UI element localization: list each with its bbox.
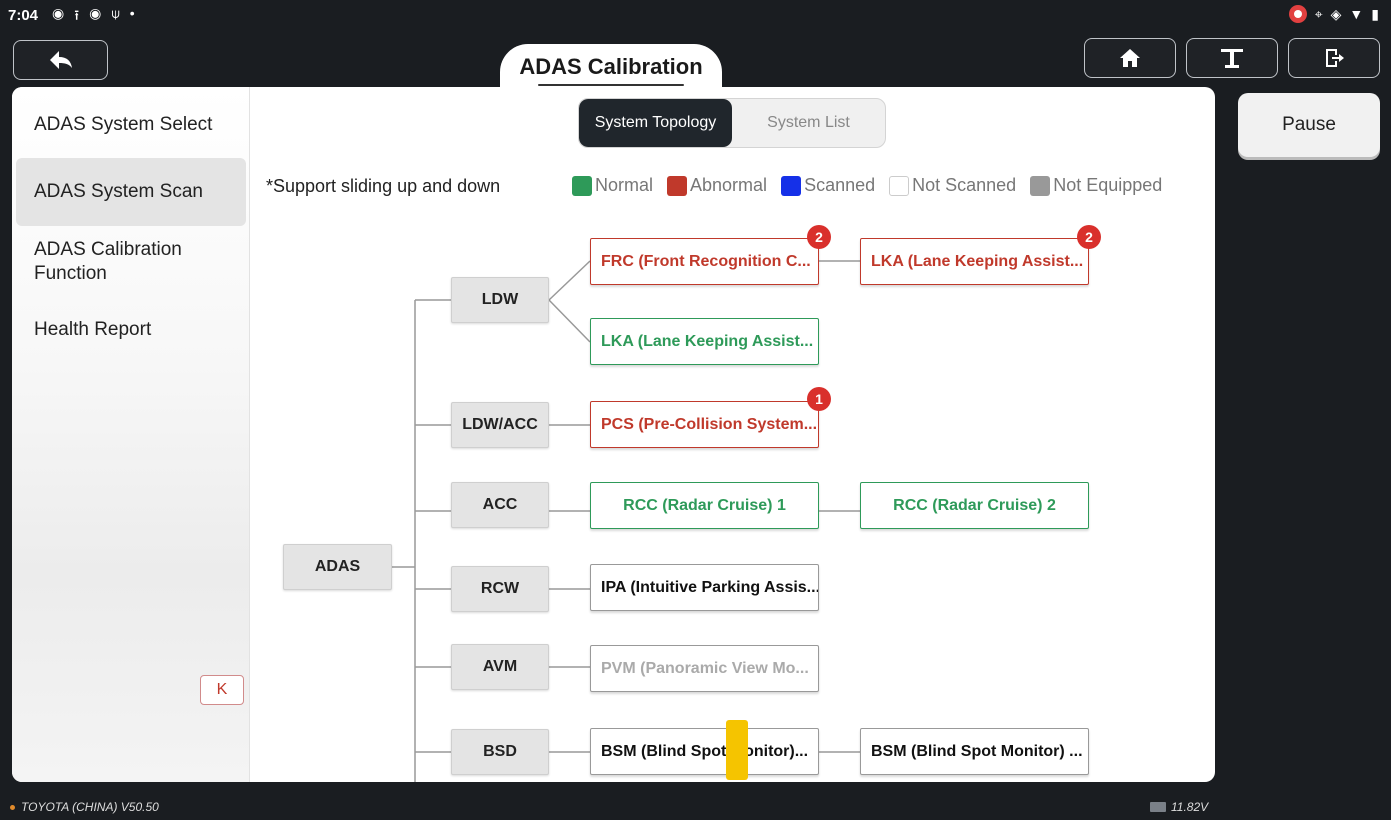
topology-category-ldw-acc[interactable]: LDW/ACC [451, 402, 549, 448]
node-label: RCW [480, 580, 520, 597]
fault-count-badge: 1 [807, 387, 831, 411]
fault-count-badge: 2 [1077, 225, 1101, 249]
node-label: PVM (Panoramic View Mo... [601, 659, 809, 677]
node-label: AVM [482, 658, 518, 675]
sidebar-item-label: ADAS System Scan [34, 181, 203, 202]
page-title: ADAS Calibration [519, 54, 703, 79]
notification-icons: ◉ ⭱ ◉ ⍦ • [52, 5, 135, 29]
usb-icon: ⍦ [111, 5, 120, 21]
topology-category-avm[interactable]: AVM [451, 644, 549, 690]
location-icon: ⌖ [1314, 5, 1323, 22]
sidebar-item-label: ADAS System Select [34, 114, 213, 135]
lift-tool-icon [1221, 49, 1243, 68]
sidebar-item-health-report[interactable]: Health Report [16, 313, 246, 347]
back-button[interactable] [13, 40, 108, 80]
node-label: BSM (Blind Spot Monitor)... [601, 742, 809, 760]
node-label: LDW/ACC [462, 416, 538, 433]
title-underline [538, 84, 684, 86]
battery-voltage: 11.82V [1150, 800, 1208, 814]
dot-icon: • [129, 5, 135, 21]
node-label: ADAS [314, 558, 361, 575]
pause-button[interactable]: Pause [1238, 93, 1380, 157]
node-label: RCC (Radar Cruise) 1 [623, 496, 786, 514]
node-label: RCC (Radar Cruise) 2 [893, 496, 1056, 514]
topology-ecu-frc[interactable]: FRC (Front Recognition C... [590, 238, 819, 285]
topology-ecu-lka-1[interactable]: LKA (Lane Keeping Assist... [860, 238, 1089, 285]
sidebar-item-label: Health Report [34, 319, 152, 340]
home-button[interactable] [1084, 38, 1176, 78]
collapse-sidebar-button[interactable]: K [200, 675, 244, 705]
upload-icon: ⭱ [74, 7, 80, 23]
topology-category-bsd[interactable]: BSD [451, 729, 549, 775]
battery-icon: ▮ [1371, 5, 1379, 22]
lift-tool-button[interactable] [1186, 38, 1278, 78]
status-dot-icon [10, 804, 15, 810]
exit-button[interactable] [1288, 38, 1380, 78]
topology-ecu-bsm-2[interactable]: BSM (Blind Spot Monitor) ... [860, 728, 1089, 775]
sidebar: ADAS System Select ADAS System Scan ADAS… [12, 87, 250, 782]
node-label: FRC (Front Recognition C... [601, 252, 811, 270]
topology-ecu-rcc-1[interactable]: RCC (Radar Cruise) 1 [590, 482, 819, 529]
sidebar-item-calibration-function[interactable]: ADAS Calibration Function [16, 237, 206, 287]
node-label: BSD [483, 743, 517, 760]
status-bar: 7:04 ◉ ⭱ ◉ ⍦ • ⌖ ◈ ▼ ▮ [0, 0, 1391, 30]
topology-ecu-pcs[interactable]: PCS (Pre-Collision System... [590, 401, 819, 448]
node-label: ACC [482, 496, 518, 513]
topology-ecu-ipa[interactable]: IPA (Intuitive Parking Assis... [590, 564, 819, 611]
battery-icon [1150, 802, 1166, 812]
node-label: PCS (Pre-Collision System... [601, 415, 818, 433]
topology-category-rcw[interactable]: RCW [451, 566, 549, 612]
node-label: LDW [481, 291, 519, 308]
record-icon: ◉ [52, 5, 65, 21]
topology-ecu-pvm[interactable]: PVM (Panoramic View Mo... [590, 645, 819, 692]
topology-ecu-lka-2[interactable]: LKA (Lane Keeping Assist... [590, 318, 819, 365]
voltage-label: 11.82V [1171, 800, 1209, 814]
node-label: IPA (Intuitive Parking Assis... [601, 578, 819, 596]
version-label: TOYOTA (CHINA) V50.50 [21, 800, 159, 814]
sidebar-item-system-scan[interactable]: ADAS System Scan [16, 158, 246, 226]
fault-count-badge: 2 [807, 225, 831, 249]
topology-category-acc[interactable]: ACC [451, 482, 549, 528]
node-label: LKA (Lane Keeping Assist... [871, 252, 1084, 270]
system-topology: ADAS LDW LDW/ACC ACC RCW AVM BSD FRC (Fr… [250, 87, 1215, 782]
topology-ecu-bsm-1[interactable]: BSM (Blind Spot Monitor)... [590, 728, 819, 775]
system-icons: ⌖ ◈ ▼ ▮ [1288, 5, 1379, 23]
sidebar-item-system-select[interactable]: ADAS System Select [16, 103, 246, 147]
scroll-indicator[interactable] [726, 720, 748, 780]
page-title-tab: ADAS Calibration [500, 44, 722, 90]
exit-icon [1326, 49, 1344, 67]
node-label: BSM (Blind Spot Monitor) ... [871, 742, 1083, 760]
topology-category-ldw[interactable]: LDW [451, 277, 549, 323]
topology-ecu-rcc-2[interactable]: RCC (Radar Cruise) 2 [860, 482, 1089, 529]
home-icon [1120, 49, 1140, 67]
record-icon: ◉ [89, 5, 102, 21]
node-label: LKA (Lane Keeping Assist... [601, 332, 814, 350]
screen-record-icon [1288, 5, 1307, 23]
content-area: System Topology System List *Support sli… [250, 87, 1215, 782]
vibrate-icon: ◈ [1330, 5, 1342, 22]
back-arrow-icon [49, 51, 72, 69]
wifi-icon: ▼ [1349, 6, 1364, 22]
footer: TOYOTA (CHINA) V50.50 11.82V [0, 793, 1391, 820]
sidebar-item-label: ADAS Calibration Function [34, 239, 182, 284]
collapse-icon: K [216, 681, 228, 698]
clock: 7:04 [8, 7, 39, 24]
software-version: TOYOTA (CHINA) V50.50 [10, 800, 159, 814]
topology-root-adas[interactable]: ADAS [283, 544, 392, 590]
main-panel: ADAS System Select ADAS System Scan ADAS… [12, 87, 1215, 782]
